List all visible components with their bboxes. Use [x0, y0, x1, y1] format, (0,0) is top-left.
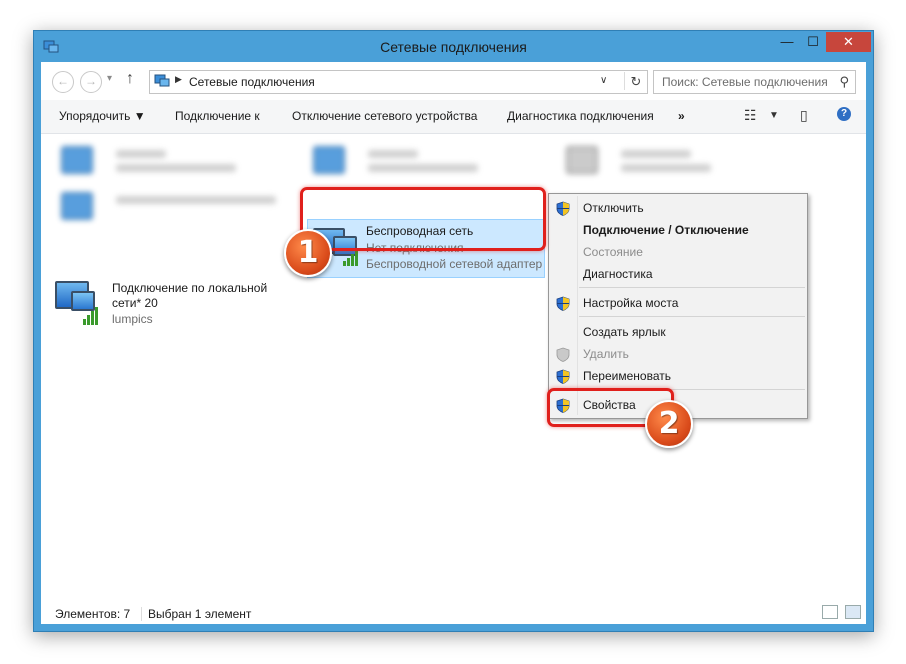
chevron-down-icon[interactable]: ▼: [769, 110, 779, 121]
connection-name: Подключение по локальной: [112, 281, 268, 295]
title-bar[interactable]: Сетевые подключения — ☐ ✕: [34, 31, 873, 64]
menu-separator: [579, 316, 805, 317]
menu-item-diagnose[interactable]: Диагностика: [549, 264, 807, 284]
connect-to-button[interactable]: Подключение к: [175, 109, 260, 123]
recent-locations-dropdown-icon[interactable]: ▾: [107, 73, 112, 84]
menu-item-label: Подключение / Отключение: [583, 223, 749, 237]
view-options-icon[interactable]: ☷: [744, 107, 757, 124]
menu-item-rename[interactable]: Переименовать: [549, 366, 807, 386]
refresh-icon[interactable]: ↻: [624, 72, 647, 90]
large-icons-view-icon[interactable]: [845, 605, 861, 619]
search-icon[interactable]: ⚲: [839, 74, 849, 90]
uac-shield-icon: [556, 296, 570, 311]
menu-item-label: Отключить: [583, 201, 644, 215]
local-connection-item[interactable]: Подключение по локальной сети* 20 lumpic…: [53, 277, 293, 333]
chevron-down-icon[interactable]: ∨: [600, 75, 607, 86]
search-input[interactable]: Поиск: Сетевые подключения ⚲: [653, 70, 856, 94]
breadcrumb[interactable]: ▶ Сетевые подключения ∨ ↻: [149, 70, 648, 94]
menu-item-label: Настройка моста: [583, 296, 679, 310]
menu-item-connect-disconnect[interactable]: Подключение / Отключение: [549, 220, 807, 240]
back-arrow-icon[interactable]: ←: [52, 71, 74, 93]
menu-separator: [579, 287, 805, 288]
ethernet-adapter-icon: [53, 277, 103, 327]
window-title: Сетевые подключения: [380, 39, 527, 55]
breadcrumb-item[interactable]: Сетевые подключения: [189, 75, 315, 89]
forward-arrow-icon[interactable]: →: [80, 71, 102, 93]
menu-item-label: Создать ярлык: [583, 325, 666, 339]
menu-item-status: Состояние: [549, 242, 807, 262]
menu-item-bridge[interactable]: Настройка моста: [549, 293, 807, 313]
uac-shield-icon: [556, 201, 570, 216]
address-bar: ← → ▾ ↑ ▶ Сетевые подключения ∨ ↻ Поиск:…: [41, 62, 866, 100]
connection-status: lumpics: [112, 312, 153, 326]
help-icon[interactable]: ?: [837, 107, 851, 121]
preview-pane-icon[interactable]: ▯: [800, 107, 808, 124]
up-arrow-icon[interactable]: ↑: [126, 70, 134, 88]
breadcrumb-separator-icon[interactable]: ▶: [175, 74, 182, 85]
close-button[interactable]: ✕: [826, 32, 871, 52]
command-bar: Упорядочить ▼ Подключение к Отключение с…: [41, 100, 866, 134]
maximize-button[interactable]: ☐: [800, 32, 826, 52]
diagnose-button[interactable]: Диагностика подключения: [507, 109, 654, 123]
selection-count: Выбран 1 элемент: [141, 607, 251, 621]
menu-item-create-shortcut[interactable]: Создать ярлык: [549, 322, 807, 342]
organize-button[interactable]: Упорядочить ▼: [59, 109, 146, 123]
uac-shield-icon: [556, 347, 570, 362]
menu-item-label: Состояние: [583, 245, 643, 259]
step-badge-1: 1: [284, 229, 332, 277]
minimize-button[interactable]: —: [774, 32, 800, 52]
menu-item-delete: Удалить: [549, 344, 807, 364]
menu-item-label: Диагностика: [583, 267, 653, 281]
step-badge-2: 2: [645, 400, 693, 448]
highlight-box-1: [300, 187, 546, 251]
connection-adapter: Беспроводной сетевой адаптер: [366, 257, 542, 271]
status-bar: Элементов: 7 Выбран 1 элемент: [41, 592, 866, 624]
details-view-icon[interactable]: [822, 605, 838, 619]
uac-shield-icon: [556, 369, 570, 384]
more-commands-button[interactable]: »: [678, 109, 685, 123]
search-placeholder: Поиск: Сетевые подключения: [662, 75, 828, 89]
context-menu: Отключить Подключение / Отключение Состо…: [548, 193, 808, 419]
menu-item-label: Удалить: [583, 347, 629, 361]
menu-item-disable[interactable]: Отключить: [549, 198, 807, 218]
connection-name-line2: сети* 20: [112, 296, 158, 310]
network-connections-icon: [154, 74, 170, 87]
disable-device-button[interactable]: Отключение сетевого устройства: [292, 109, 477, 123]
menu-item-label: Переименовать: [583, 369, 671, 383]
item-count: Элементов: 7: [55, 607, 131, 621]
